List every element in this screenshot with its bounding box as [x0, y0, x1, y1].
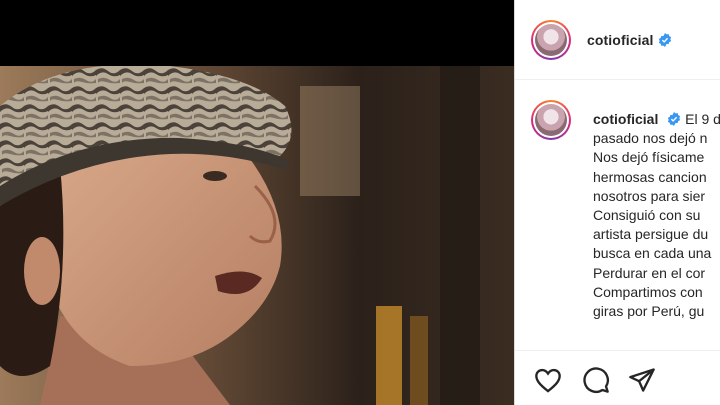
caption-line: Nos dejó físicame — [593, 149, 705, 166]
comment-icon — [583, 367, 609, 393]
caption-line: Consiguió con su — [593, 207, 701, 224]
caption-text: cotioficial El 9 d pasado nos dejó n Nos… — [593, 110, 720, 321]
action-bar — [515, 350, 720, 405]
verified-badge-icon — [659, 32, 672, 47]
username-link[interactable]: cotioficial — [587, 32, 653, 48]
video-frame[interactable] — [0, 66, 514, 405]
share-icon — [629, 368, 655, 392]
caption-line: El 9 d — [685, 111, 720, 127]
post-sidebar: cotioficial cotioficial El 9 d pasado no… — [514, 0, 720, 405]
like-button[interactable] — [533, 365, 563, 395]
profile-avatar[interactable] — [531, 19, 571, 60]
caption-line: artista persigue du — [593, 226, 709, 243]
verified-badge-icon — [668, 112, 681, 126]
video-still — [0, 66, 514, 405]
share-button[interactable] — [627, 365, 657, 395]
caption-line: Perdurar en el cor — [593, 264, 706, 281]
comment-button[interactable] — [581, 365, 611, 395]
caption-line: pasado nos dejó n — [593, 130, 708, 147]
caption-line: nosotros para sier — [593, 187, 706, 204]
heart-icon — [535, 368, 561, 393]
caption-avatar[interactable] — [531, 100, 571, 140]
post-media[interactable] — [0, 0, 514, 405]
caption-line: busca en cada una — [593, 245, 712, 262]
caption-line: Compartimos con — [593, 283, 703, 300]
caption-username[interactable]: cotioficial — [593, 111, 658, 127]
post-header: cotioficial — [515, 0, 720, 80]
caption-line: giras por Perú, gu — [593, 303, 705, 320]
caption-line: hermosas cancion — [593, 168, 707, 185]
